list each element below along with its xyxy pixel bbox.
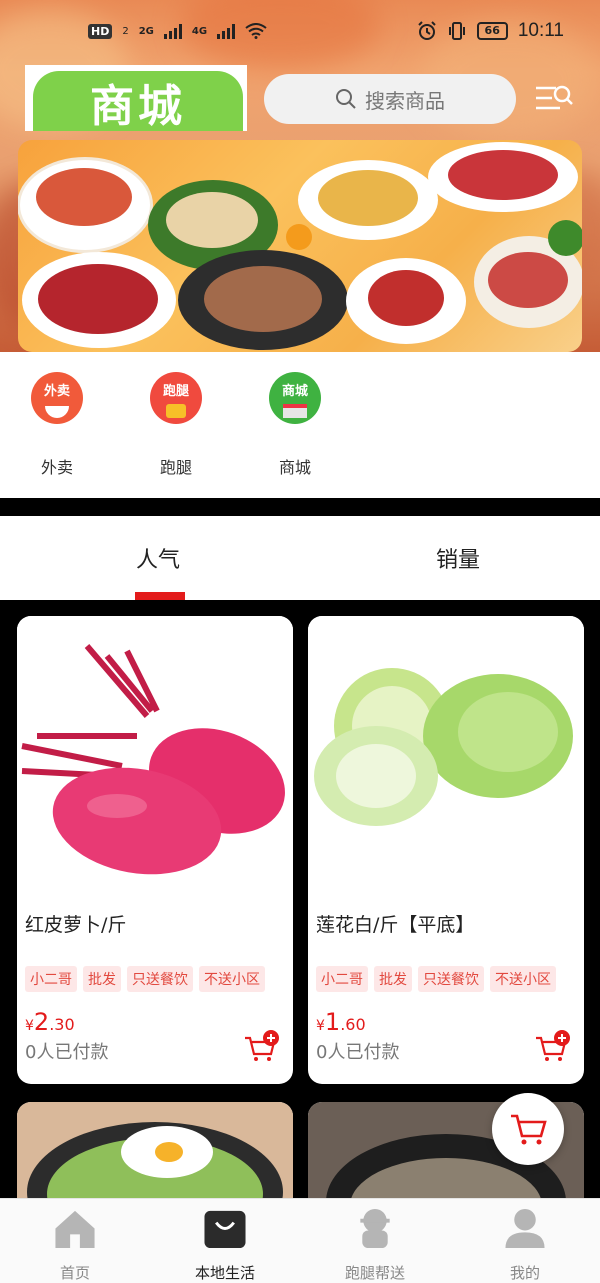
user-icon [505, 1208, 545, 1249]
add-to-cart-icon[interactable] [534, 1030, 570, 1062]
price-decimal: .30 [49, 1015, 75, 1034]
product-tag: 不送小区 [490, 966, 556, 992]
search-icon [336, 89, 356, 109]
product-tag: 批发 [83, 966, 121, 992]
nav-label: 我的 [509, 1264, 540, 1282]
bottom-navigation: 首页 本地生活 跑腿帮送 我的 [0, 1198, 600, 1283]
network-4g-label: 4G [191, 25, 208, 37]
product-tag: 小二哥 [316, 966, 368, 992]
category-label: 外卖 [40, 458, 73, 477]
network-2g-label: 2G [138, 25, 154, 37]
nav-mine[interactable]: 我的 [450, 1199, 600, 1283]
category-label: 跑腿 [159, 458, 192, 477]
nav-errand-delivery[interactable]: 跑腿帮送 [300, 1199, 450, 1283]
tab-sales[interactable]: 销量 [300, 516, 600, 600]
price-integer: 1 [324, 1008, 341, 1036]
search-placeholder: 搜索商品 [365, 88, 445, 113]
nav-label: 本地生活 [194, 1264, 255, 1282]
product-tag: 只送餐饮 [127, 966, 193, 992]
nav-local-life[interactable]: 本地生活 [150, 1199, 300, 1283]
promo-banner[interactable] [18, 140, 582, 352]
product-card[interactable]: 红皮萝卜/斤 小二哥 批发 只送餐饮 不送小区 ¥2.30 0人已付款 [17, 616, 293, 1084]
nav-home[interactable]: 首页 [0, 1199, 150, 1283]
product-image-radish [17, 616, 293, 898]
sort-tabs: 人气 销量 [0, 516, 600, 600]
status-bar: HD 2 2G 4G 66 10:11 [0, 0, 600, 62]
category-label: 商城 [278, 458, 311, 477]
category-errand[interactable]: 跑腿 跑腿 [136, 372, 216, 478]
product-title: 红皮萝卜/斤 [25, 914, 127, 936]
alarm-icon [417, 21, 436, 40]
mall-badge-text: 商城 [281, 384, 308, 399]
list-search-icon[interactable] [534, 82, 574, 118]
signal-icon [163, 23, 182, 39]
home-icon [55, 1210, 95, 1249]
product-tag: 只送餐饮 [418, 966, 484, 992]
battery-indicator: 66 [476, 22, 508, 40]
product-tag: 小二哥 [25, 966, 77, 992]
category-panel: 外卖 外卖 跑腿 跑腿 商城 商城 [0, 352, 600, 498]
takeout-badge-text: 外卖 [43, 384, 70, 399]
cart-icon [511, 1114, 547, 1145]
store-logo: 商城 [25, 65, 247, 131]
product-tags: 小二哥 批发 只送餐饮 不送小区 [308, 954, 584, 992]
floating-cart-button[interactable] [492, 1093, 564, 1165]
price-currency: ¥ [316, 1018, 325, 1034]
add-to-cart-icon[interactable] [243, 1030, 279, 1062]
shopping-bag-icon [204, 1210, 246, 1249]
search-input[interactable]: 搜索商品 [264, 74, 516, 124]
takeout-icon: 外卖 [31, 372, 83, 424]
wifi-icon [245, 23, 267, 39]
product-tag: 批发 [374, 966, 412, 992]
signal-icon-2 [217, 23, 236, 39]
errand-icon: 跑腿 [150, 372, 202, 424]
mall-icon: 商城 [269, 372, 321, 424]
price-integer: 2 [33, 1008, 50, 1036]
logo-text: 商城 [33, 71, 243, 131]
errand-badge-text: 跑腿 [162, 384, 189, 399]
price-currency: ¥ [25, 1018, 34, 1034]
product-tag: 不送小区 [199, 966, 265, 992]
product-card[interactable]: 莲花白/斤【平底】 小二哥 批发 只送餐饮 不送小区 ¥1.60 0人已付款 [308, 616, 584, 1084]
nav-label: 首页 [59, 1264, 90, 1282]
hd-indicator: HD [88, 23, 113, 39]
product-title: 莲花白/斤【平底】 [316, 914, 475, 936]
tab-popularity[interactable]: 人气 [0, 516, 300, 600]
vibrate-icon [448, 22, 465, 40]
product-image-cabbage [308, 616, 584, 898]
category-mall[interactable]: 商城 商城 [255, 372, 335, 478]
courier-icon [360, 1208, 390, 1249]
product-tags: 小二哥 批发 只送餐饮 不送小区 [17, 954, 293, 992]
sim-indicator: 2 [122, 25, 129, 37]
clock-time: 10:11 [517, 20, 564, 41]
nav-label: 跑腿帮送 [344, 1264, 405, 1282]
price-decimal: .60 [340, 1015, 366, 1034]
category-takeout[interactable]: 外卖 外卖 [17, 372, 97, 478]
